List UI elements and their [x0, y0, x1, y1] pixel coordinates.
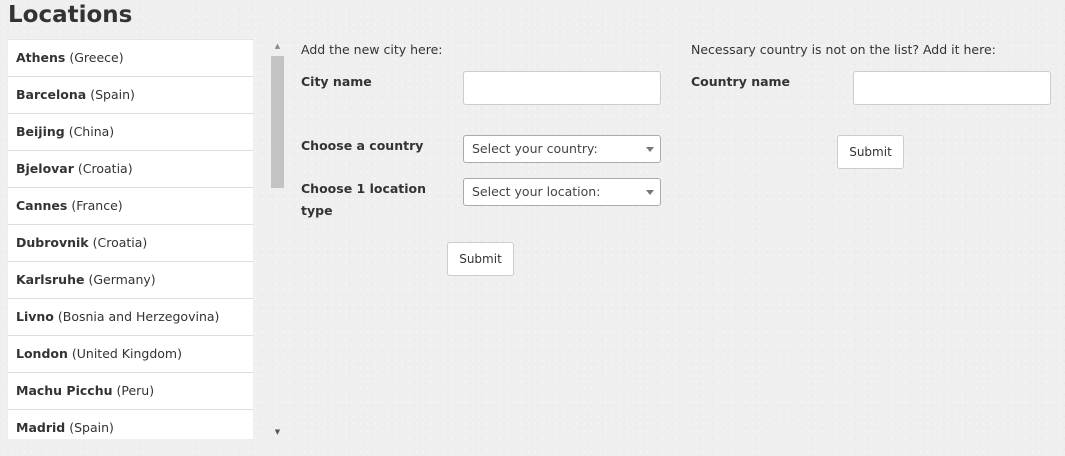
city-country: (Spain)	[90, 87, 135, 102]
city-name: Livno	[16, 309, 54, 324]
list-scrollbar[interactable]: ▲ ▼	[270, 39, 285, 439]
city-name: Athens	[16, 50, 66, 65]
add-country-heading: Necessary country is not on the list? Ad…	[691, 42, 996, 57]
city-name: Dubrovnik	[16, 235, 89, 250]
list-item[interactable]: Barcelona (Spain)	[8, 76, 253, 113]
scroll-up-icon[interactable]: ▲	[272, 39, 283, 53]
city-name: Beijing	[16, 124, 65, 139]
city-name: Karlsruhe	[16, 272, 85, 287]
list-item[interactable]: Karlsruhe (Germany)	[8, 261, 253, 298]
scroll-down-icon[interactable]: ▼	[272, 425, 283, 439]
city-name: Barcelona	[16, 87, 87, 102]
country-name-input[interactable]	[853, 71, 1051, 105]
chevron-down-icon	[646, 147, 654, 152]
list-item[interactable]: Beijing (China)	[8, 113, 253, 150]
city-name-input[interactable]	[463, 71, 661, 105]
city-country: (Croatia)	[92, 235, 148, 250]
locations-list[interactable]: Athens (Greece) Barcelona (Spain) Beijing …	[8, 39, 253, 439]
city-country: (Germany)	[88, 272, 156, 287]
city-name: Bjelovar	[16, 161, 74, 176]
city-name-label: City name	[301, 74, 372, 89]
country-select-value: Select your country:	[472, 141, 598, 156]
city-name: Madrid	[16, 420, 66, 435]
add-city-heading: Add the new city here:	[301, 42, 443, 57]
location-type-select[interactable]: Select your location:	[463, 178, 661, 206]
city-country: (France)	[71, 198, 123, 213]
page-title: Locations	[8, 2, 133, 28]
submit-city-button[interactable]: Submit	[447, 242, 514, 276]
city-name: Machu Picchu	[16, 383, 113, 398]
city-country: (Bosnia and Herzegovina)	[57, 309, 220, 324]
list-item[interactable]: London (United Kingdom)	[8, 335, 253, 372]
city-country: (Peru)	[116, 383, 155, 398]
list-item[interactable]: Bjelovar (Croatia)	[8, 150, 253, 187]
chevron-down-icon	[646, 190, 654, 195]
list-item[interactable]: Athens (Greece)	[8, 39, 253, 76]
city-country: (China)	[68, 124, 115, 139]
list-item[interactable]: Livno (Bosnia and Herzegovina)	[8, 298, 253, 335]
country-name-label: Country name	[691, 74, 791, 89]
city-name: Cannes	[16, 198, 68, 213]
city-name: London	[16, 346, 68, 361]
scrollbar-thumb[interactable]	[271, 56, 284, 188]
city-country: (Greece)	[69, 50, 124, 65]
location-select-value: Select your location:	[472, 184, 601, 199]
list-item[interactable]: Machu Picchu (Peru)	[8, 372, 253, 409]
location-type-label: Choose 1 location type	[301, 181, 427, 218]
submit-country-button[interactable]: Submit	[837, 135, 904, 169]
city-country: (United Kingdom)	[71, 346, 182, 361]
country-select-label: Choose a country	[301, 138, 424, 153]
country-select[interactable]: Select your country:	[463, 135, 661, 163]
city-country: (Croatia)	[77, 161, 133, 176]
list-item[interactable]: Dubrovnik (Croatia)	[8, 224, 253, 261]
locations-list-panel: Athens (Greece) Barcelona (Spain) Beijing …	[8, 39, 285, 439]
list-item[interactable]: Cannes (France)	[8, 187, 253, 224]
list-item[interactable]: Madrid (Spain)	[8, 409, 253, 439]
city-country: (Spain)	[69, 420, 114, 435]
